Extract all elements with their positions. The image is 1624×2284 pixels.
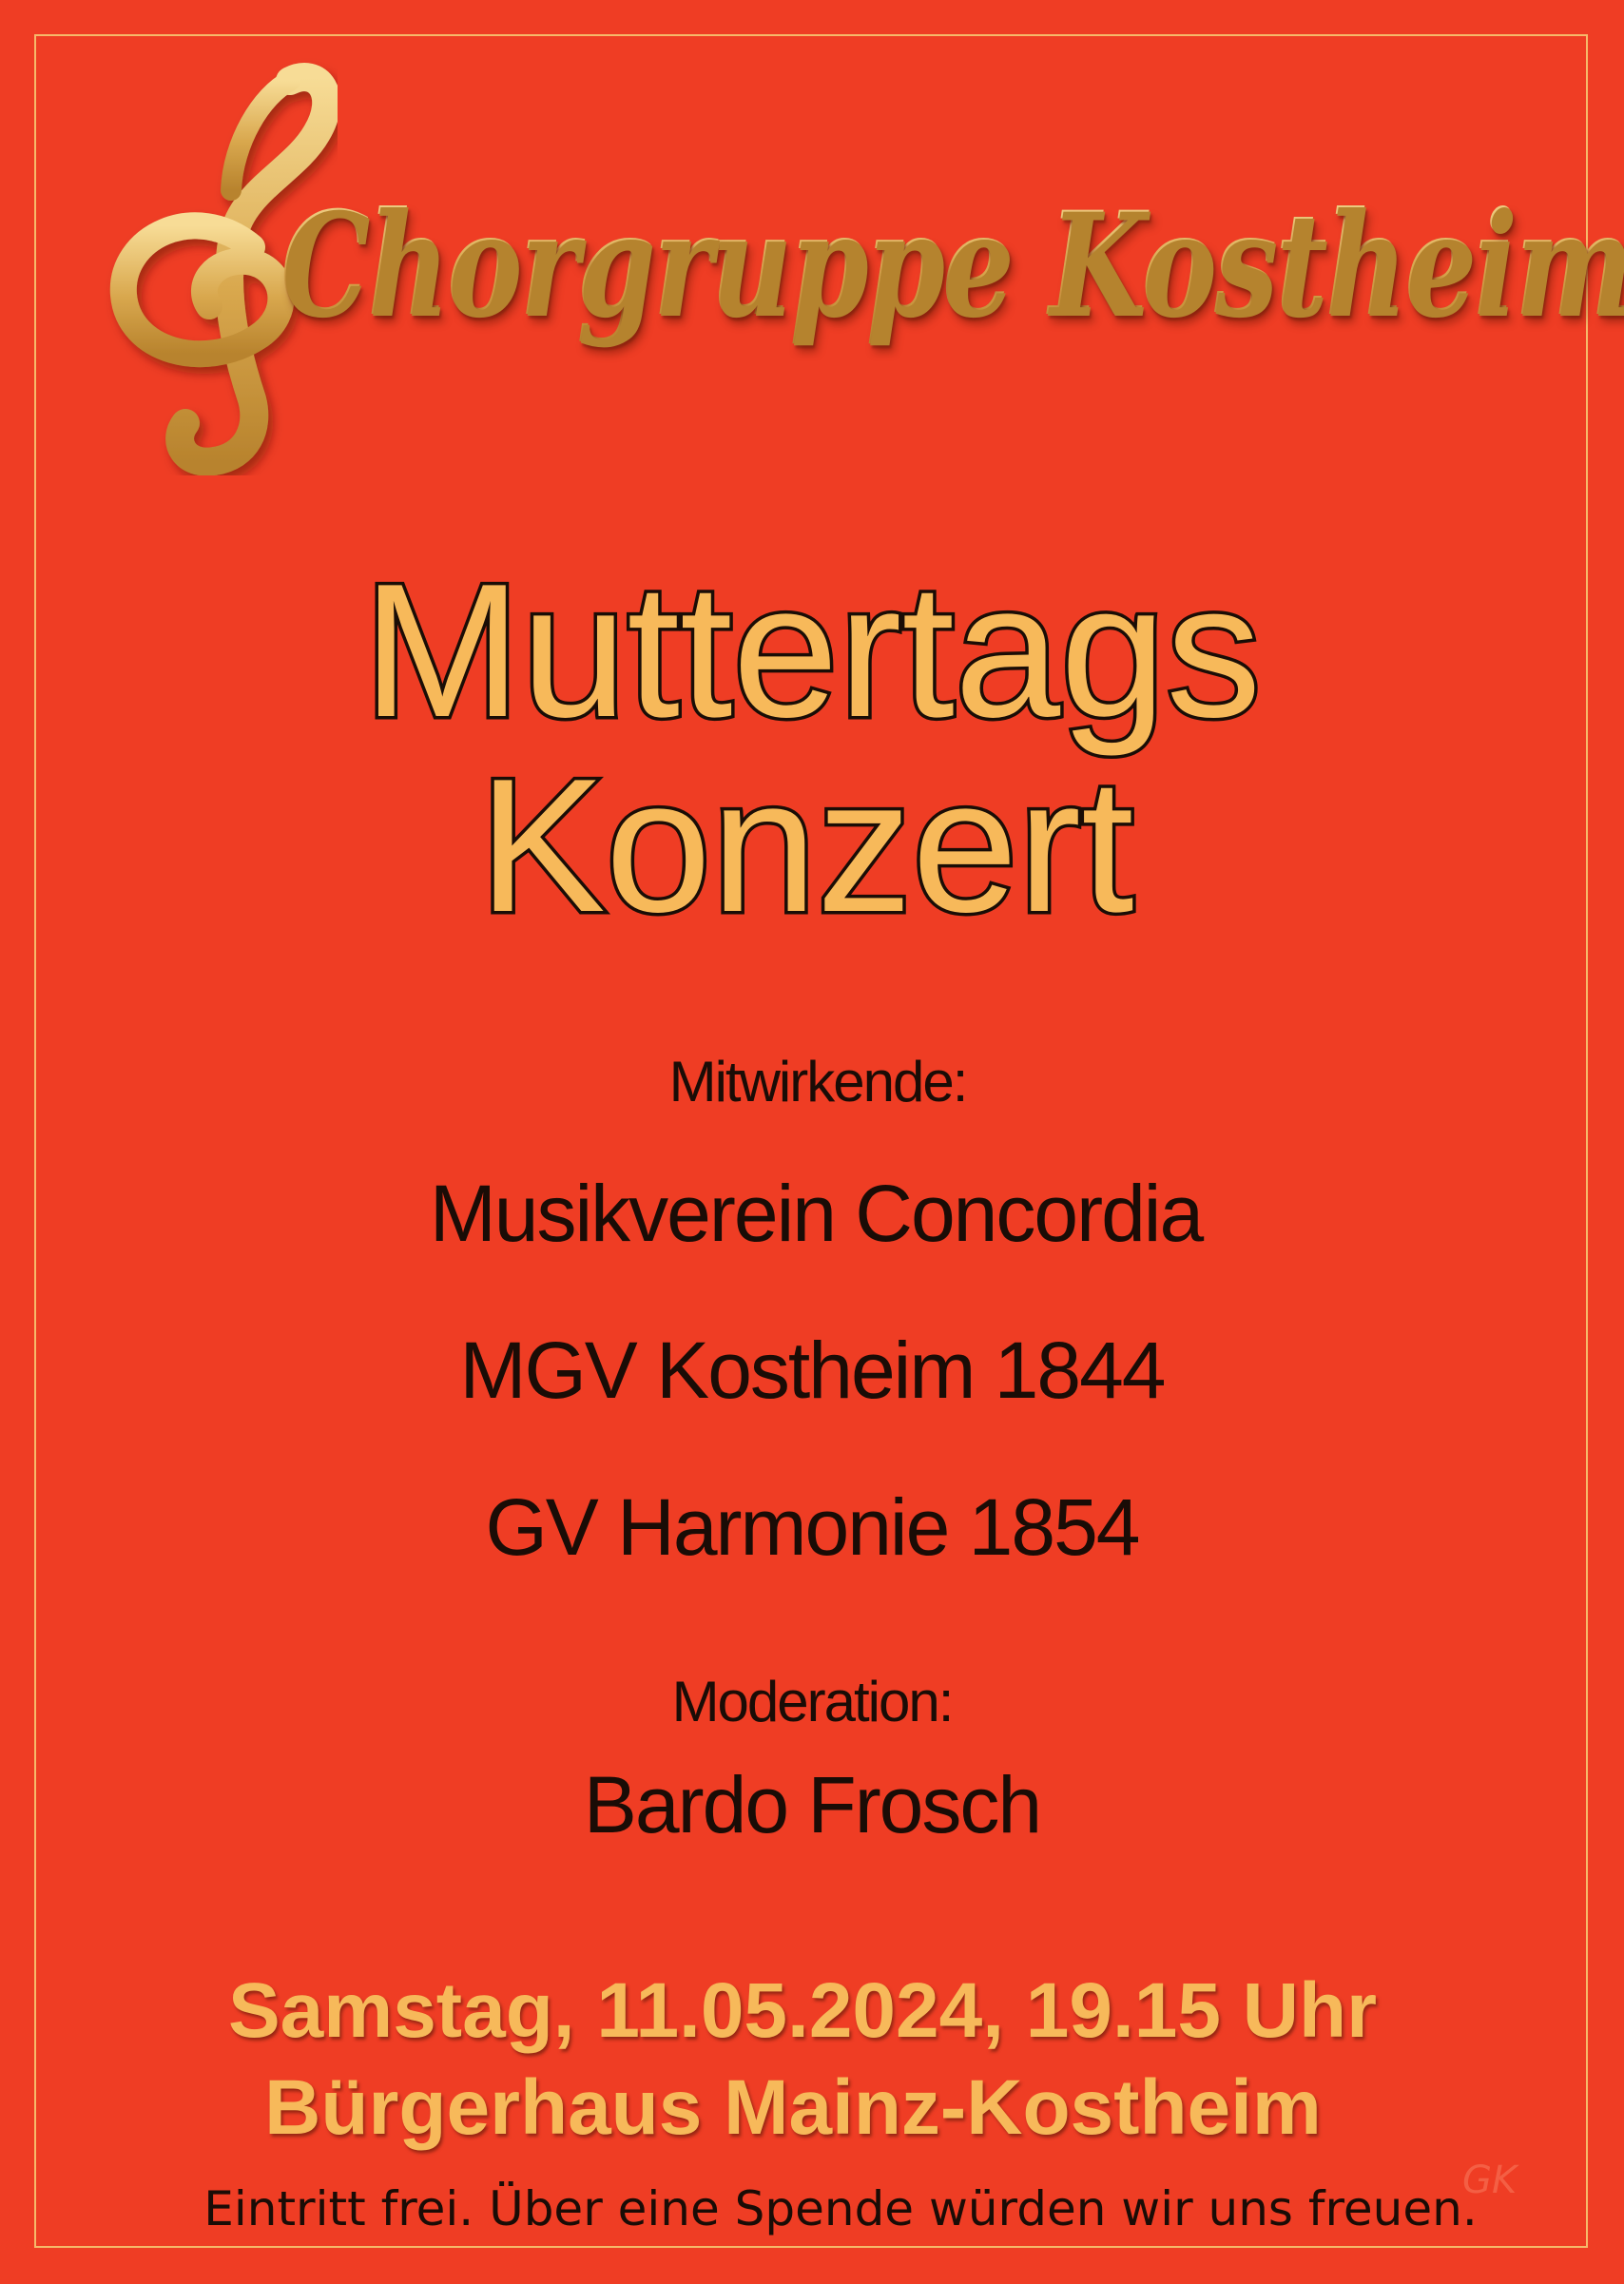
poster: Chorgruppe Kostheim Muttertags Konzert M… (0, 0, 1624, 2284)
participants-label: Mitwirkende: (668, 1050, 969, 1113)
watermark: GK (1462, 2158, 1518, 2202)
event-datetime: Samstag, 11.05.2024, 19.15 Uhr (227, 1967, 1378, 2054)
logo: Chorgruppe Kostheim (90, 57, 1624, 475)
participant-item: MGV Kostheim 1844 (459, 1326, 1166, 1415)
moderation-label: Moderation: (671, 1670, 955, 1733)
logo-text: Chorgruppe Kostheim (280, 181, 1624, 348)
participant-item: Musikverein Concordia (429, 1169, 1204, 1258)
logo-title: Chorgruppe Kostheim (280, 181, 1624, 348)
participant-item: GV Harmonie 1854 (485, 1482, 1140, 1572)
concert-title-line-1: Muttertags (359, 545, 1265, 757)
event-venue: Bürgerhaus Mainz-Kostheim (264, 2064, 1322, 2151)
concert-title-line-2: Konzert (475, 740, 1137, 952)
moderator-name: Bardo Frosch (583, 1760, 1042, 1849)
admission-note: Eintritt frei. Über eine Spende würden w… (203, 2181, 1478, 2236)
